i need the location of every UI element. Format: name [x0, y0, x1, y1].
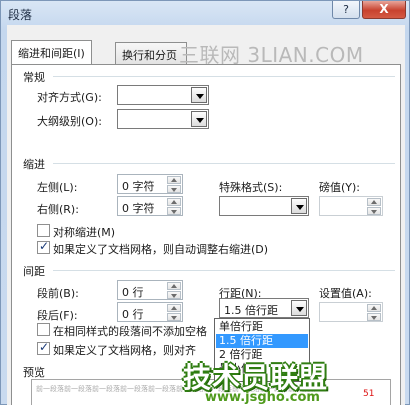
- spin-up-icon[interactable]: [167, 198, 181, 206]
- tab-label: 换行和分页: [122, 49, 177, 62]
- tab-line-page-breaks[interactable]: 换行和分页: [115, 42, 187, 64]
- watermark-text: 三联网 3LIAN.COM: [179, 43, 364, 67]
- indent-group-title: 缩进: [23, 156, 49, 172]
- snap-to-grid-checkbox[interactable]: [37, 340, 50, 355]
- spacing-group-title: 间距: [23, 263, 49, 279]
- no-space-same-style-label: 在相同样式的段落间不添加空格: [53, 325, 207, 338]
- spin-up-icon[interactable]: [167, 282, 181, 290]
- snap-to-grid-label: 如果定义了文档网格，则对齐: [53, 344, 196, 357]
- left-indent-value: 0 字符: [122, 180, 155, 193]
- window-title: 段落: [8, 8, 33, 22]
- tab-label: 缩进和间距(I): [18, 47, 85, 60]
- indent-by-spinner[interactable]: [319, 196, 383, 216]
- outline-level-select[interactable]: [117, 109, 209, 129]
- auto-right-indent-label: 如果定义了文档网格，则自动调整右缩进(D): [53, 243, 269, 256]
- spin-down-icon[interactable]: [367, 207, 381, 215]
- space-after-spinner[interactable]: 0 行: [117, 302, 183, 322]
- spin-down-icon[interactable]: [167, 207, 181, 215]
- space-after-label: 段后(F):: [37, 309, 78, 322]
- divider: [53, 163, 395, 164]
- line-spacing-option-selected[interactable]: 1.5 倍行距: [216, 334, 308, 348]
- spin-down-icon[interactable]: [167, 185, 181, 193]
- spin-down-icon[interactable]: [367, 313, 381, 321]
- space-before-spinner[interactable]: 0 行: [117, 280, 183, 300]
- spacing-at-spinner[interactable]: [319, 302, 383, 322]
- spacing-at-label: 设置值(A):: [319, 287, 372, 300]
- chevron-down-icon[interactable]: [291, 198, 307, 214]
- tab-indent-spacing[interactable]: 缩进和间距(I): [11, 40, 92, 64]
- special-indent-select[interactable]: [219, 196, 309, 216]
- chevron-down-icon[interactable]: [291, 300, 307, 316]
- right-indent-label: 右侧(R):: [37, 203, 79, 216]
- special-indent-label: 特殊格式(S):: [219, 181, 283, 194]
- right-indent-spinner[interactable]: 0 字符: [117, 196, 183, 216]
- spin-up-icon[interactable]: [367, 304, 381, 312]
- space-after-value: 0 行: [122, 308, 144, 321]
- line-spacing-value: 1.5 倍行距: [224, 304, 278, 317]
- chevron-down-icon[interactable]: [191, 87, 207, 103]
- close-button[interactable]: X: [362, 1, 406, 19]
- spin-down-icon[interactable]: [167, 291, 181, 299]
- logo-url: www.jsgho.com: [205, 390, 320, 405]
- paragraph-dialog: 段落 ? X 缩进和间距(I) 换行和分页 三联网 3LIAN.COM 常规 对…: [0, 0, 410, 405]
- no-space-same-style-checkbox[interactable]: [37, 323, 50, 336]
- spin-up-icon[interactable]: [367, 198, 381, 206]
- auto-right-indent-checkbox[interactable]: [37, 239, 50, 254]
- space-before-value: 0 行: [122, 286, 144, 299]
- space-before-label: 段前(B):: [37, 287, 79, 300]
- divider: [53, 76, 395, 77]
- indent-by-label: 磅值(Y):: [319, 181, 361, 194]
- preview-group-title: 预览: [23, 364, 49, 380]
- spin-up-icon[interactable]: [167, 304, 181, 312]
- outline-level-label: 大纲级别(O):: [37, 115, 102, 128]
- help-button[interactable]: ?: [332, 1, 360, 19]
- line-spacing-select[interactable]: 1.5 倍行距: [219, 298, 309, 318]
- spin-up-icon[interactable]: [167, 176, 181, 184]
- spin-down-icon[interactable]: [167, 313, 181, 321]
- line-spacing-option[interactable]: 单倍行距: [216, 320, 308, 334]
- mirror-indent-checkbox[interactable]: [37, 224, 50, 237]
- general-group-title: 常规: [23, 69, 49, 85]
- alignment-select[interactable]: [117, 85, 209, 105]
- divider: [53, 270, 395, 271]
- right-indent-value: 0 字符: [122, 202, 155, 215]
- chevron-down-icon[interactable]: [191, 111, 207, 127]
- left-indent-label: 左侧(L):: [37, 181, 78, 194]
- logo-tail: 51: [363, 389, 375, 399]
- alignment-label: 对齐方式(G):: [37, 91, 102, 104]
- mirror-indent-label: 对称缩进(M): [53, 226, 116, 239]
- left-indent-spinner[interactable]: 0 字符: [117, 174, 183, 194]
- title-bar[interactable]: 段落 ? X: [1, 1, 409, 25]
